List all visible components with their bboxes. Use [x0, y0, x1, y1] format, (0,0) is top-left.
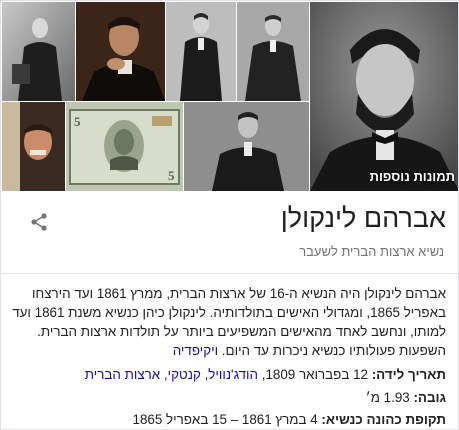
gallery-image-2[interactable] — [76, 2, 165, 101]
gallery-image-3[interactable] — [166, 2, 236, 101]
fact-born-value: 12 בפברואר 1809, — [261, 367, 368, 382]
entity-title: אברהם לינקולן — [280, 203, 446, 233]
fact-born: תאריך לידה: 12 בפברואר 1809, הודג'נוויל,… — [6, 367, 446, 382]
fact-term-value: 4 במרץ 1861 – 15 באפריל 1865 — [132, 412, 318, 427]
image-gallery: 5 5 תמונות נוספות — [2, 2, 458, 191]
fact-height-value: 1.93 מ׳ — [365, 390, 410, 405]
fact-term-label: תקופת כהונה כנשיא: — [321, 412, 446, 427]
wikipedia-link[interactable]: ויקיפדיה — [173, 343, 218, 358]
gallery-image-main[interactable] — [310, 2, 458, 191]
entity-description: אברהם לינקולן היה הנשיא ה-16 של ארצות הב… — [6, 284, 446, 360]
knowledge-panel: 5 5 תמונות נוספות אברהם לינקולן נשיא ארצ… — [0, 0, 459, 430]
gallery-image-7[interactable]: 5 5 — [66, 102, 183, 191]
gallery-image-6[interactable] — [2, 102, 65, 191]
description-text: אברהם לינקולן היה הנשיא ה-16 של ארצות הב… — [12, 286, 446, 358]
gallery-image-1[interactable] — [2, 2, 75, 101]
title-row: אברהם לינקולן — [1, 197, 458, 247]
fact-term: תקופת כהונה כנשיא: 4 במרץ 1861 – 15 באפר… — [6, 412, 446, 427]
svg-text:5: 5 — [74, 114, 81, 129]
share-icon[interactable] — [29, 212, 49, 232]
gallery-image-4[interactable] — [237, 2, 309, 101]
fact-height: גובה: 1.93 מ׳ — [6, 390, 446, 405]
gallery-image-8[interactable] — [184, 102, 309, 191]
svg-text:5: 5 — [168, 168, 175, 183]
fact-born-place-link[interactable]: הודג'נוויל, קנטקי, ארצות הברית — [85, 367, 258, 382]
divider — [1, 273, 458, 274]
more-images-label[interactable]: תמונות נוספות — [370, 169, 455, 184]
entity-subtitle: נשיא ארצות הברית לשעבר — [299, 244, 444, 259]
fact-height-label: גובה: — [413, 390, 446, 405]
fact-born-label: תאריך לידה: — [371, 367, 446, 382]
